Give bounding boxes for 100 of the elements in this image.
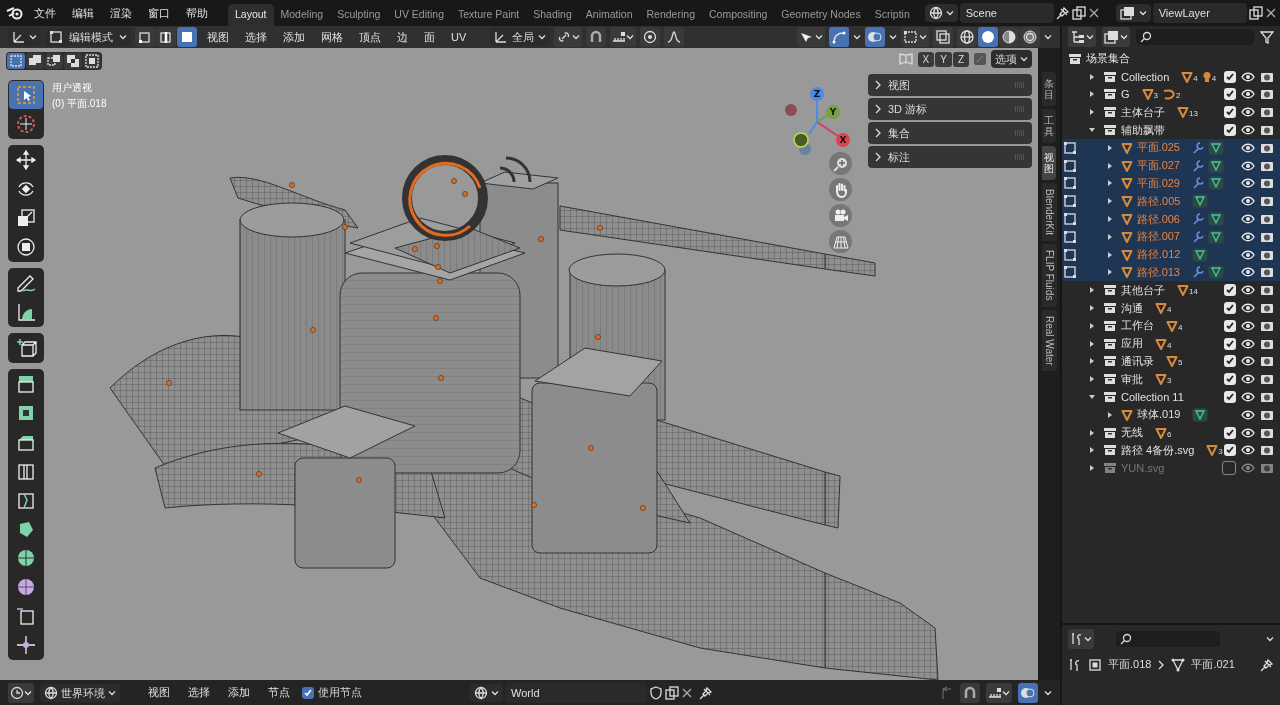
menu-item[interactable]: UV: [445, 29, 473, 45]
collection-name: Collection 11: [1121, 391, 1184, 404]
workspace-tab[interactable]: Sculpting: [330, 4, 388, 26]
outliner-row[interactable]: Collection 11: [1062, 388, 1280, 406]
axis-toggle[interactable]: Z: [952, 51, 969, 67]
axis-toggle[interactable]: X: [917, 51, 935, 67]
outliner-row[interactable]: 路径 4备份.svg 3: [1062, 441, 1280, 460]
outliner-row[interactable]: Collection 4 4: [1062, 67, 1280, 86]
menu-item[interactable]: 网格: [315, 27, 349, 47]
menu-item[interactable]: 选择: [182, 682, 216, 703]
panel-header[interactable]: 3D 游标: [868, 98, 1032, 120]
outliner-row[interactable]: 其他台子 14: [1062, 281, 1280, 300]
item-count: 2: [1176, 91, 1181, 101]
options-dropdown[interactable]: 选项: [991, 50, 1032, 68]
breadcrumb-item[interactable]: 平面.021: [1191, 657, 1235, 672]
collection-name: Collection: [1121, 70, 1170, 83]
axis-gizmo-drawing[interactable]: Z Y X: [785, 87, 850, 155]
workspace-tab[interactable]: Rendering: [639, 4, 702, 26]
outliner-row[interactable]: 辅助飘带: [1062, 121, 1280, 139]
item-count: 4: [1193, 73, 1198, 83]
world-editor-dropdown[interactable]: 世界环境: [40, 683, 120, 702]
outliner-row[interactable]: 平面.025: [1062, 139, 1280, 157]
menu-item[interactable]: 边: [391, 27, 414, 47]
menu-item[interactable]: 顶点: [353, 27, 387, 47]
workspace-tab[interactable]: Layout: [228, 4, 274, 26]
panel-header[interactable]: 视图: [868, 74, 1032, 96]
object-name: 平面.029: [1136, 175, 1180, 191]
menu-item[interactable]: 面: [418, 27, 441, 47]
mode-dropdown[interactable]: 编辑模式: [45, 28, 131, 46]
workspace-tab[interactable]: Shading: [526, 4, 579, 26]
collection-name: YUN.svg: [1121, 462, 1165, 475]
item-count: 5: [1178, 358, 1183, 368]
sidebar-tab[interactable]: BlenderKit: [1041, 183, 1057, 242]
axis-label: X: [839, 135, 847, 145]
workspace-tab[interactable]: Animation: [578, 4, 640, 26]
workspace-tab[interactable]: Compositing: [701, 4, 775, 26]
workspace-tab[interactable]: UV Editing: [387, 4, 451, 26]
collection-name: 主体台子: [1121, 104, 1165, 120]
axis-label: Z: [813, 89, 821, 99]
menu-item[interactable]: 添加: [222, 682, 256, 703]
sidebar-tab[interactable]: FLIP Fluids: [1041, 244, 1057, 307]
item-count: 4: [1178, 322, 1183, 332]
item-count: 3: [1218, 447, 1223, 457]
menu-item[interactable]: 窗口: [142, 2, 176, 24]
view-name: 用户透视: [52, 81, 93, 95]
panel-header[interactable]: 标注: [868, 146, 1032, 168]
outliner-row[interactable]: G 3 2: [1062, 85, 1280, 104]
sidebar-tab[interactable]: 条目: [1042, 72, 1056, 106]
workspace-tab[interactable]: Geometry Nodes: [774, 4, 868, 26]
outliner-row[interactable]: 无线 6: [1062, 423, 1280, 442]
outliner-row[interactable]: 通讯录 5: [1062, 352, 1280, 371]
workspace-tab[interactable]: Texture Paint: [450, 4, 527, 26]
item-count: 13: [1189, 109, 1198, 119]
world-name-field[interactable]: World: [505, 682, 647, 703]
collection-name: 审批: [1121, 371, 1143, 387]
scene-name-field[interactable]: Scene: [959, 3, 1054, 23]
view-layer-field[interactable]: ViewLayer: [1152, 3, 1247, 23]
sidebar-tab[interactable]: 视图: [1042, 146, 1056, 180]
orientation-dropdown[interactable]: 全局: [490, 28, 551, 46]
menu-item[interactable]: 文件: [28, 2, 62, 24]
outliner-row[interactable]: 球体.019: [1062, 405, 1280, 424]
collection-name: 其他台子: [1121, 282, 1165, 298]
menu-item[interactable]: 选择: [239, 27, 273, 47]
outliner-row[interactable]: 审批 3: [1062, 370, 1280, 389]
panel-header[interactable]: 集合: [868, 122, 1032, 144]
outliner-row[interactable]: 路径.006: [1062, 210, 1280, 228]
item-count: 6: [1167, 429, 1172, 439]
item-count: 4: [1167, 340, 1172, 350]
menu-item[interactable]: 视图: [201, 27, 235, 47]
outliner-row[interactable]: 主体台子 13: [1062, 103, 1280, 122]
outliner-row[interactable]: 工作台 4: [1062, 316, 1280, 335]
object-name: 路径.013: [1136, 264, 1180, 280]
item-count: 4: [1211, 73, 1217, 83]
workspace-tab[interactable]: Modeling: [273, 4, 331, 26]
collection-name: 无线: [1121, 425, 1143, 441]
item-count: 4: [1167, 305, 1172, 315]
checkbox-label: 使用节点: [318, 685, 362, 700]
menu-item[interactable]: 节点: [262, 682, 296, 703]
menu-item[interactable]: 添加: [277, 27, 311, 47]
collection-name[interactable]: 场景集合: [1086, 51, 1130, 67]
collection-name: G: [1121, 88, 1130, 101]
sidebar-tab[interactable]: Real Water: [1041, 309, 1057, 372]
breadcrumb-item[interactable]: 平面.018: [1108, 657, 1152, 672]
object-name: 球体.019: [1137, 407, 1181, 423]
sidebar-tab[interactable]: 工具: [1042, 109, 1056, 143]
object-name: 平面.025: [1136, 140, 1180, 156]
collection-name: 辅助飘带: [1121, 122, 1165, 138]
outliner-row[interactable]: 路径.005: [1062, 192, 1280, 211]
axis-toggle[interactable]: Y: [935, 51, 952, 67]
item-count: 3: [1167, 376, 1172, 386]
menu-item[interactable]: 视图: [142, 682, 176, 703]
item-count: 3: [1153, 91, 1158, 101]
object-name: 路径.007: [1136, 229, 1180, 245]
collection-name: 通讯录: [1121, 353, 1154, 369]
outliner-row[interactable]: 沟通 4: [1062, 299, 1280, 317]
outliner-row[interactable]: 应用 4: [1062, 334, 1280, 353]
workspace-tab[interactable]: Scriptin: [867, 4, 917, 26]
menu-item[interactable]: 编辑: [66, 2, 100, 24]
menu-item[interactable]: 帮助: [180, 2, 214, 24]
menu-item[interactable]: 渲染: [104, 2, 138, 24]
